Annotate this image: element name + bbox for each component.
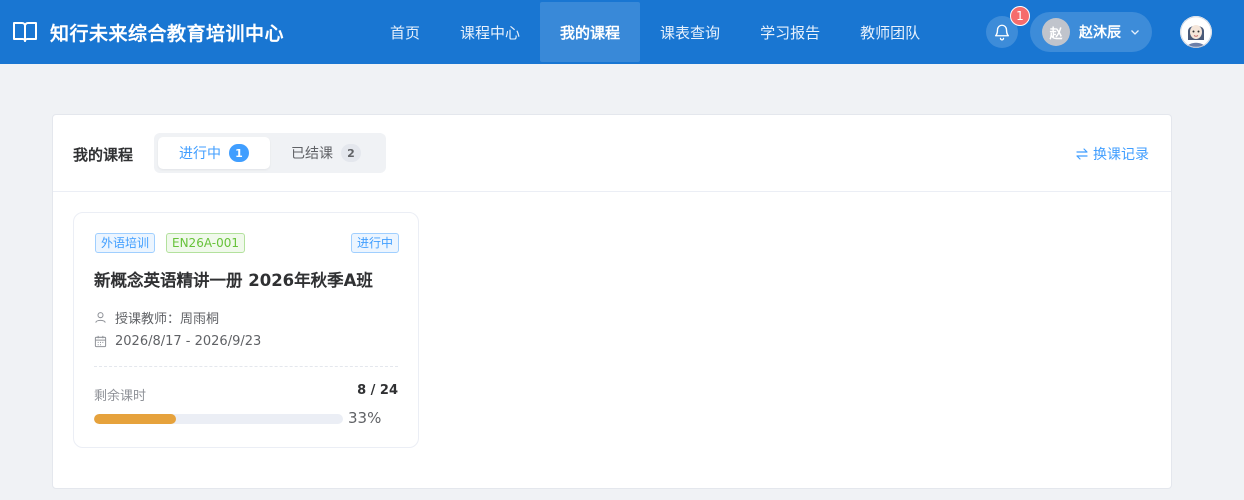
- remaining-hours-label: 剩余课时: [94, 389, 147, 404]
- tab-count-badge: 1: [229, 144, 249, 162]
- progress-percent: 33%: [348, 409, 382, 427]
- calendar-icon: [94, 335, 115, 348]
- nav-item-study-report[interactable]: 学习报告: [740, 2, 840, 62]
- user-menu[interactable]: 赵 赵沐辰: [1030, 12, 1152, 52]
- tab-count-badge: 2: [341, 144, 361, 162]
- brand-title: 知行未来综合教育培训中心: [50, 22, 285, 45]
- progress-bar-fill: [94, 414, 177, 424]
- nav-item-schedule[interactable]: 课表查询: [640, 2, 740, 62]
- top-navbar: 知行未来综合教育培训中心 首页 课程中心 我的课程 课表查询 学习报告 教师团队…: [0, 0, 1244, 64]
- user-name: 赵沐辰: [1079, 25, 1121, 41]
- user-avatar-icon[interactable]: [1180, 16, 1212, 48]
- course-status-tabs: 进行中 1 已结课 2: [154, 133, 386, 173]
- page-title: 我的课程: [73, 146, 134, 164]
- main-nav: 首页 课程中心 我的课程 课表查询 学习报告 教师团队: [370, 2, 940, 62]
- teacher-name: 周雨桐: [180, 312, 220, 327]
- nav-item-teachers[interactable]: 教师团队: [840, 2, 940, 62]
- course-code-tag: EN26A-001: [166, 233, 246, 253]
- swap-arrows-icon: [1075, 147, 1093, 161]
- bell-icon: [993, 23, 1011, 41]
- notification-badge: 1: [1010, 6, 1030, 26]
- user-icon: [94, 311, 115, 324]
- tab-finished[interactable]: 已结课 2: [270, 137, 382, 169]
- teacher-row: 授课教师： 周雨桐: [94, 308, 219, 327]
- my-courses-panel: 我的课程 进行中 1 已结课 2 换课记录 外语培训 EN26A-001 进行中…: [52, 114, 1172, 489]
- status-badge: 进行中: [350, 233, 399, 253]
- remaining-hours-value: 8 / 24: [357, 383, 398, 398]
- course-card[interactable]: 外语培训 EN26A-001 进行中 新概念英语精讲一册 2026年秋季A班 授…: [73, 212, 419, 448]
- brand[interactable]: 知行未来综合教育培训中心: [12, 0, 284, 64]
- nav-item-home[interactable]: 首页: [370, 2, 440, 62]
- book-open-icon: [12, 20, 38, 44]
- course-swap-history-link[interactable]: 换课记录: [1075, 144, 1149, 164]
- panel-header: 我的课程 进行中 1 已结课 2 换课记录: [53, 115, 1171, 192]
- tab-label: 进行中: [179, 146, 221, 162]
- teacher-label: 授课教师：: [115, 312, 181, 327]
- course-title: 新概念英语精讲一册 2026年秋季A班: [94, 271, 373, 290]
- tab-in-progress[interactable]: 进行中 1: [158, 137, 270, 169]
- tab-label: 已结课: [291, 146, 333, 162]
- nav-item-my-courses[interactable]: 我的课程: [540, 2, 641, 62]
- course-date-range: 2026/8/17 - 2026/9/23: [115, 334, 262, 349]
- card-divider: [94, 366, 398, 367]
- chevron-down-icon: [1129, 26, 1141, 38]
- date-row: 2026/8/17 - 2026/9/23: [94, 334, 261, 349]
- course-category-tag: 外语培训: [95, 233, 156, 253]
- user-initial-avatar: 赵: [1042, 18, 1070, 46]
- nav-item-course-center[interactable]: 课程中心: [440, 2, 540, 62]
- swap-link-label: 换课记录: [1093, 147, 1149, 163]
- progress-bar: [94, 414, 343, 424]
